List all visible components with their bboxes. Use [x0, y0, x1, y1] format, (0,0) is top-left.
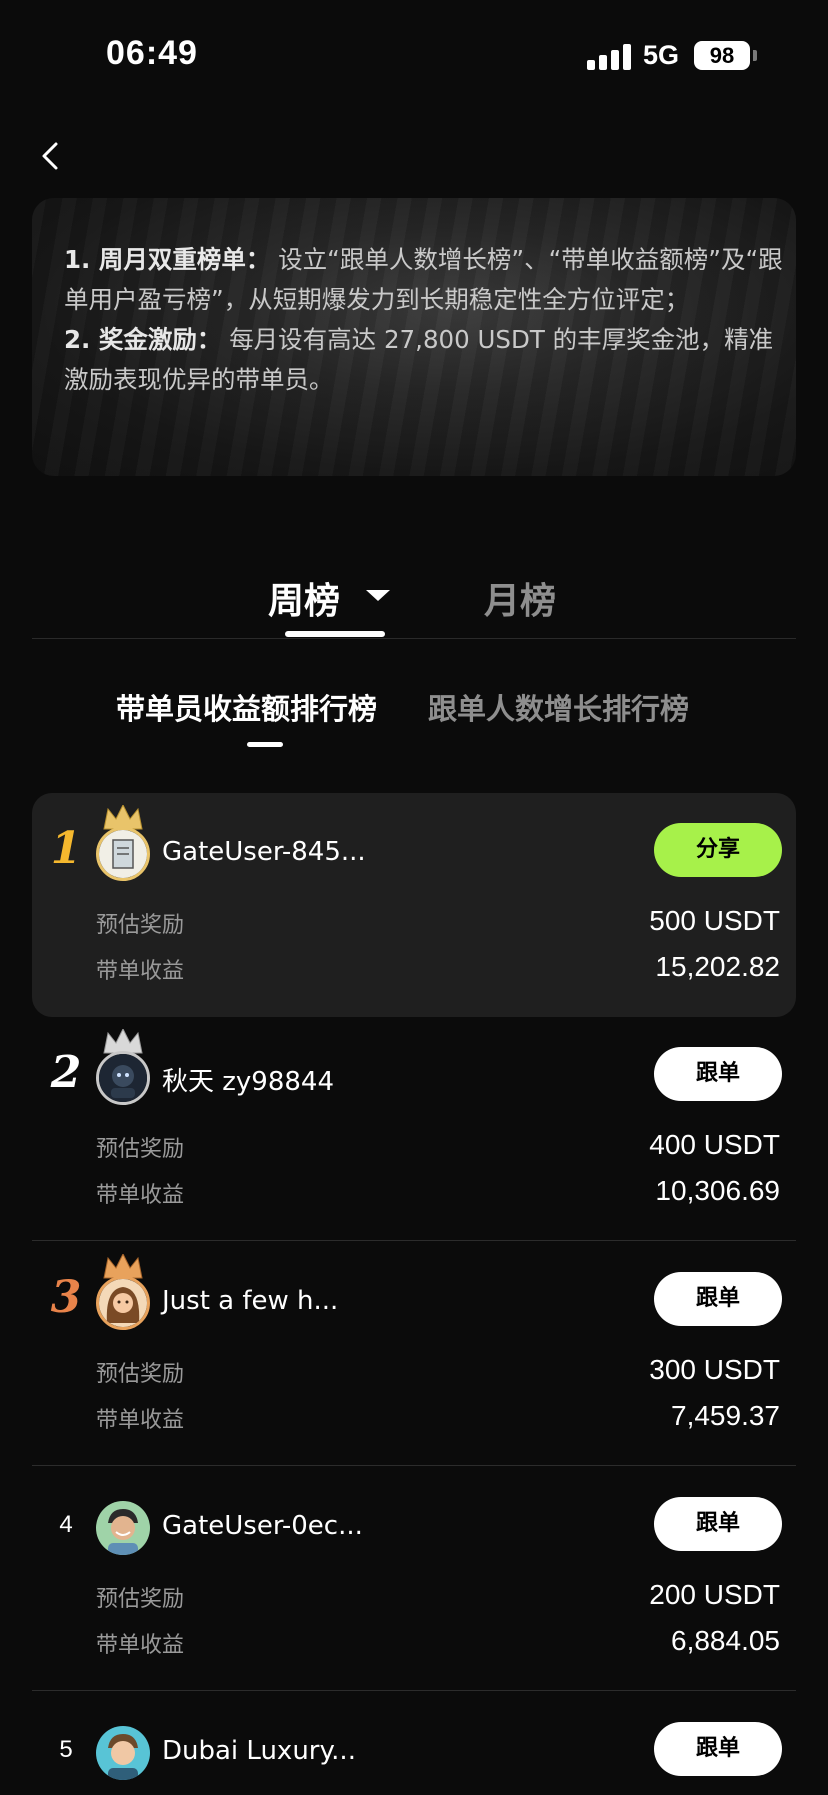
network-type: 5G	[643, 40, 680, 70]
user-name[interactable]: GateUser-0ec...	[162, 1511, 363, 1541]
rank-tab-underline	[247, 742, 283, 747]
ranking-row[interactable]: 2 秋天 zy98844 跟单 预估奖励 400 USDT 带单收益 10,30…	[32, 1017, 796, 1241]
profit-label: 带单收益	[96, 1183, 185, 1208]
status-bar: 06:49 5G 98	[0, 0, 828, 110]
rank-number: 3	[50, 1272, 82, 1323]
profit-label: 带单收益	[96, 959, 185, 984]
tab-month[interactable]: 月榜	[484, 572, 556, 624]
tab-profit-ranking[interactable]: 带单员收益额排行榜	[116, 686, 377, 728]
ranking-row[interactable]: 4 GateUser-0ec... 跟单 预估奖励 200 USDT 带单收益 …	[32, 1467, 796, 1691]
reward-value: 500 USDT	[649, 905, 780, 936]
avatar[interactable]	[96, 1051, 150, 1105]
avatar-image	[96, 1501, 150, 1555]
intro-item2-title: 2. 奖金激励：	[64, 325, 222, 354]
avatar[interactable]	[96, 1726, 150, 1780]
avatar[interactable]	[96, 1501, 150, 1555]
reward-label: 预估奖励	[96, 1587, 185, 1612]
user-name[interactable]: Dubai Luxury...	[162, 1736, 356, 1766]
follow-button[interactable]: 跟单	[654, 1047, 782, 1101]
avatar-image	[99, 1054, 147, 1102]
reward-value: 300 USDT	[649, 1354, 780, 1385]
profit-value: 6,884.05	[671, 1625, 780, 1656]
rank-number: 2	[50, 1047, 82, 1098]
battery-tip	[753, 50, 757, 61]
user-name[interactable]: GateUser-845...	[162, 837, 366, 867]
back-icon	[42, 142, 58, 170]
ranking-row[interactable]: 3 Just a few h... 跟单 预估奖励 300 USDT 带单收益 …	[32, 1242, 796, 1466]
reward-label: 预估奖励	[96, 913, 185, 938]
intro-card: 1. 周月双重榜单： 设立“跟单人数增长榜”、“带单收益额榜”及“跟单用户盈亏榜…	[32, 198, 796, 476]
intro-item1-title: 1. 周月双重榜单：	[64, 245, 271, 274]
share-button[interactable]: 分享	[654, 823, 782, 877]
rank-number: 5	[59, 1736, 73, 1763]
divider	[32, 1465, 796, 1466]
user-name[interactable]: Just a few h...	[162, 1286, 338, 1316]
reward-label: 预估奖励	[96, 1362, 185, 1387]
divider	[32, 1690, 796, 1691]
back-button[interactable]	[34, 136, 70, 176]
avatar[interactable]	[96, 827, 150, 881]
divider	[32, 1240, 796, 1241]
user-name[interactable]: 秋天 zy98844	[162, 1061, 334, 1098]
reward-value: 200 USDT	[649, 1579, 780, 1610]
profit-value: 15,202.82	[655, 951, 780, 982]
tab-follower-growth-ranking[interactable]: 跟单人数增长排行榜	[428, 686, 689, 728]
avatar-image	[99, 830, 147, 878]
reward-value: 400 USDT	[649, 1129, 780, 1160]
avatar[interactable]	[96, 1276, 150, 1330]
caret-down-icon[interactable]	[366, 590, 390, 601]
ranking-row[interactable]: 5 Dubai Luxury... 跟单	[32, 1692, 796, 1795]
tab-week-underline	[285, 631, 385, 637]
avatar-image	[99, 1279, 147, 1327]
profit-value: 7,459.37	[671, 1400, 780, 1431]
divider	[32, 638, 796, 639]
tab-week[interactable]: 周榜	[268, 572, 340, 624]
follow-button[interactable]: 跟单	[654, 1272, 782, 1326]
signal-icon	[587, 44, 631, 70]
period-tabs: 周榜 月榜	[0, 560, 828, 638]
profit-label: 带单收益	[96, 1408, 185, 1433]
rank-number: 1	[50, 823, 82, 874]
battery-icon: 98	[694, 41, 750, 70]
profit-value: 10,306.69	[655, 1175, 780, 1206]
reward-label: 预估奖励	[96, 1137, 185, 1162]
status-time: 06:49	[106, 34, 198, 72]
ranking-row[interactable]: 1 GateUser-845... 分享 预估奖励 500 USDT 带单收益 …	[32, 793, 796, 1017]
avatar-image	[96, 1726, 150, 1780]
profit-label: 带单收益	[96, 1633, 185, 1658]
follow-button[interactable]: 跟单	[654, 1497, 782, 1551]
rank-number: 4	[59, 1511, 73, 1538]
intro-text: 1. 周月双重榜单： 设立“跟单人数增长榜”、“带单收益额榜”及“跟单用户盈亏榜…	[64, 240, 794, 400]
follow-button[interactable]: 跟单	[654, 1722, 782, 1776]
ranking-type-tabs: 带单员收益额排行榜 跟单人数增长排行榜	[0, 680, 828, 750]
